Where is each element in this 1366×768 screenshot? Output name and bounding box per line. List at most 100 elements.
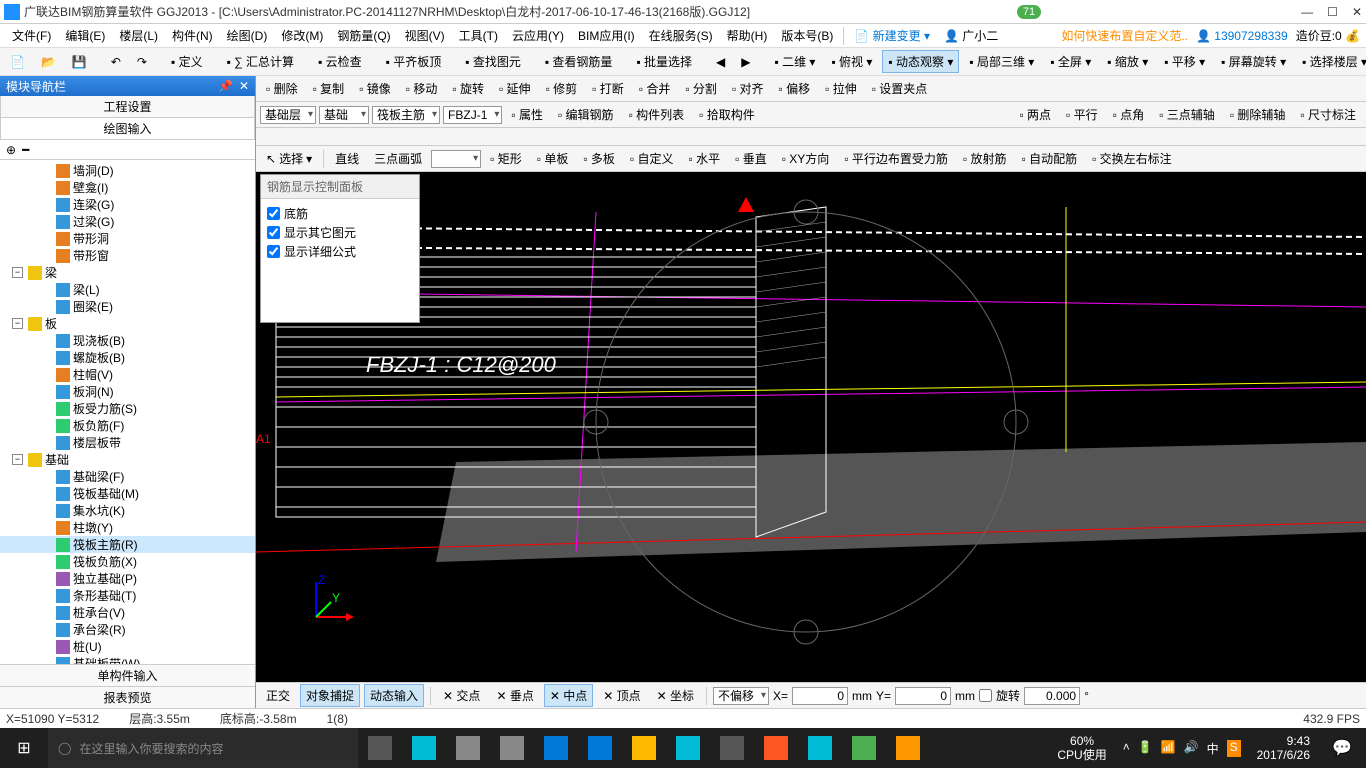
aux-button[interactable]: ▫ 两点 (1013, 103, 1057, 126)
maximize-button[interactable]: ☐ (1327, 5, 1338, 19)
osnap-button[interactable]: 对象捕捉 (300, 684, 360, 707)
toolbar-button[interactable]: ▪ 云检查 (312, 50, 368, 73)
tree-item[interactable]: 带形窗 (0, 247, 255, 264)
edit-button[interactable]: ▫ 修剪 (540, 77, 584, 100)
rotate-input[interactable] (1024, 687, 1080, 705)
undo-icon[interactable]: ↶ (105, 52, 127, 72)
sel-button[interactable]: ▫ 编辑钢筋 (552, 103, 620, 126)
draw-button[interactable]: ▫ 交换左右标注 (1086, 147, 1178, 170)
tree-item[interactable]: 圈梁(E) (0, 298, 255, 315)
tree-item[interactable]: 板洞(N) (0, 383, 255, 400)
redo-icon[interactable]: ↷ (131, 52, 153, 72)
tree-item[interactable]: 集水坑(K) (0, 502, 255, 519)
start-button[interactable]: ⊞ (0, 728, 48, 768)
tree-item[interactable]: 墙洞(D) (0, 162, 255, 179)
panel-close-icon[interactable]: ✕ (239, 79, 249, 93)
menu-item[interactable]: 视图(V) (399, 25, 451, 46)
tree-item[interactable]: 筏板基础(M) (0, 485, 255, 502)
view-button[interactable]: ▪ 二维 ▾ (769, 50, 822, 73)
edit-button[interactable]: ▫ 复制 (307, 77, 351, 100)
taskbar-app[interactable] (446, 728, 490, 768)
tree-item[interactable]: 壁龛(I) (0, 179, 255, 196)
menu-item[interactable]: BIM应用(I) (572, 25, 641, 46)
tree-item[interactable]: 基础梁(F) (0, 468, 255, 485)
aux-button[interactable]: ▫ 三点辅轴 (1153, 103, 1221, 126)
taskbar-app[interactable] (402, 728, 446, 768)
cpu-meter[interactable]: 60%CPU使用 (1049, 734, 1114, 763)
tree-item[interactable]: 柱墩(Y) (0, 519, 255, 536)
sel-button[interactable]: ▫ 构件列表 (623, 103, 691, 126)
prev-icon[interactable]: ◀ (710, 52, 731, 72)
edit-button[interactable]: ▫ 删除 (260, 77, 304, 100)
tree-item[interactable]: 桩承台(V) (0, 604, 255, 621)
taskbar-app[interactable] (754, 728, 798, 768)
pin-icon[interactable]: 📌 (218, 79, 233, 93)
tree-item[interactable]: 柱帽(V) (0, 366, 255, 383)
tree-item[interactable]: 连梁(G) (0, 196, 255, 213)
tree-item[interactable]: 承台梁(R) (0, 621, 255, 638)
clock[interactable]: 9:432017/6/26 (1249, 734, 1318, 763)
view-button[interactable]: ▪ 缩放 ▾ (1101, 50, 1154, 73)
toolbar-button[interactable]: ▪ 查找图元 (459, 50, 527, 73)
draw-button[interactable]: ▫ 矩形 (484, 147, 528, 170)
toolbar-button[interactable]: ▪ 批量选择 (630, 50, 698, 73)
notification-icon[interactable]: 💬 (1318, 728, 1366, 768)
battery-icon[interactable]: 🔋 (1138, 740, 1153, 757)
aux-button[interactable]: ▫ 删除辅轴 (1224, 103, 1292, 126)
tray-up-icon[interactable]: ˄ (1123, 740, 1130, 757)
rebar-display-panel[interactable]: 钢筋显示控制面板 底筋 显示其它图元 显示详细公式 (260, 174, 420, 323)
edit-button[interactable]: ▫ 合并 (633, 77, 677, 100)
tree-item[interactable]: 桩(U) (0, 638, 255, 655)
edit-button[interactable]: ▫ 拉伸 (819, 77, 863, 100)
close-button[interactable]: ✕ (1352, 5, 1362, 19)
select-button[interactable]: ↖ 选择 ▾ (260, 147, 318, 170)
viewport-3d[interactable]: 钢筋显示控制面板 底筋 显示其它图元 显示详细公式 FBZJ-1 : C12@2… (256, 172, 1366, 682)
tree-item[interactable]: 独立基础(P) (0, 570, 255, 587)
draw-button[interactable]: ▫ 自动配筋 (1016, 147, 1084, 170)
view-button[interactable]: ▪ 全屏 ▾ (1044, 50, 1097, 73)
coin-label[interactable]: 造价豆:0 💰 (1296, 27, 1360, 44)
search-box[interactable]: ◯ 在这里输入你要搜索的内容 (48, 728, 358, 768)
tree-item[interactable]: 螺旋板(B) (0, 349, 255, 366)
view-button[interactable]: ▪ 平移 ▾ (1158, 50, 1211, 73)
tab-draw-input[interactable]: 绘图输入 (0, 118, 255, 140)
tree-item[interactable]: 梁(L) (0, 281, 255, 298)
display-option[interactable]: 显示详细公式 (267, 243, 413, 260)
snap-point[interactable]: ✕ 交点 (437, 684, 486, 707)
draw-button[interactable]: ▫ XY方向 (776, 147, 836, 170)
taskbar-app[interactable] (798, 728, 842, 768)
sel-button[interactable]: ▫ 属性 (505, 103, 549, 126)
phone-label[interactable]: 👤 13907298339 (1196, 29, 1288, 43)
menu-item[interactable]: 修改(M) (275, 25, 329, 46)
draw-button[interactable]: ▫ 多板 (577, 147, 621, 170)
tab-report-preview[interactable]: 报表预览 (0, 686, 255, 708)
tree-item[interactable]: −基础 (0, 451, 255, 468)
taskbar-app[interactable] (534, 728, 578, 768)
rotate-checkbox[interactable] (979, 689, 992, 702)
collapse-icon[interactable]: ━ (22, 143, 29, 157)
tip-link[interactable]: 如何快速布置自定义范.. (1061, 27, 1188, 44)
dyn-input-button[interactable]: 动态输入 (364, 684, 424, 707)
new-icon[interactable]: 📄 (4, 52, 31, 72)
taskbar-app[interactable] (490, 728, 534, 768)
view-button[interactable]: ▪ 选择楼层 ▾ (1296, 50, 1366, 73)
edit-button[interactable]: ▫ 对齐 (726, 77, 770, 100)
menu-item[interactable]: 工具(T) (453, 25, 504, 46)
taskbar-app[interactable] (842, 728, 886, 768)
draw-dropdown[interactable] (431, 150, 481, 168)
menu-item[interactable]: 钢筋量(Q) (331, 25, 396, 46)
tree-item[interactable]: 基础板带(W) (0, 655, 255, 664)
view-button[interactable]: ▪ 屏幕旋转 ▾ (1215, 50, 1292, 73)
tree-item[interactable]: 楼层板带 (0, 434, 255, 451)
line-button[interactable]: 直线 (329, 147, 365, 170)
menu-item[interactable]: 编辑(E) (59, 25, 111, 46)
tree-item[interactable]: 筏板负筋(X) (0, 553, 255, 570)
draw-button[interactable]: ▫ 垂直 (729, 147, 773, 170)
user-button[interactable]: 👤 广小二 (938, 25, 1004, 46)
draw-button[interactable]: ▫ 自定义 (624, 147, 680, 170)
draw-button[interactable]: ▫ 单板 (531, 147, 575, 170)
draw-button[interactable]: ▫ 平行边布置受力筋 (838, 147, 954, 170)
taskbar-app[interactable] (578, 728, 622, 768)
tree-item[interactable]: −梁 (0, 264, 255, 281)
draw-button[interactable]: ▫ 放射筋 (957, 147, 1013, 170)
